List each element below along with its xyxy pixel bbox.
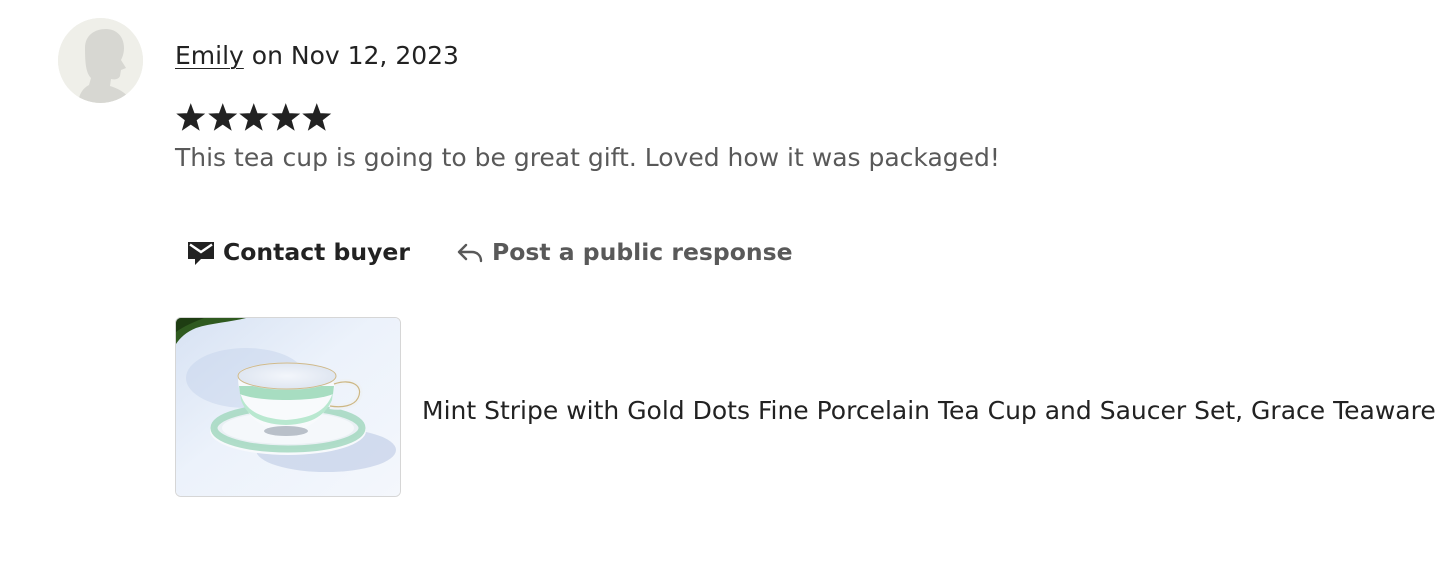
post-public-response-label: Post a public response (491, 238, 793, 266)
star-filled-icon (270, 103, 300, 131)
contact-buyer-button[interactable]: Contact buyer (175, 232, 422, 272)
review-actions: Contact buyer Post a public response (175, 232, 805, 272)
user-silhouette-icon (58, 18, 143, 103)
star-filled-icon (302, 103, 332, 131)
star-filled-icon (176, 103, 206, 131)
reply-arrow-icon (456, 238, 484, 266)
reviewer-name-link[interactable]: Emily (175, 41, 244, 70)
star-rating (175, 100, 333, 136)
post-public-response-button[interactable]: Post a public response (444, 232, 805, 272)
review-meta: Emily on Nov 12, 2023 (175, 38, 459, 74)
review-text: This tea cup is going to be great gift. … (175, 143, 1000, 172)
listing-title-link[interactable]: Mint Stripe with Gold Dots Fine Porcelai… (422, 393, 1436, 429)
envelope-icon (187, 238, 215, 266)
listing-thumbnail[interactable] (175, 317, 401, 497)
contact-buyer-label: Contact buyer (223, 238, 410, 266)
star-filled-icon (207, 103, 237, 131)
teacup-photo (176, 318, 400, 496)
reviewer-avatar (58, 18, 143, 103)
review-date: on Nov 12, 2023 (243, 41, 459, 70)
star-filled-icon (239, 103, 269, 131)
